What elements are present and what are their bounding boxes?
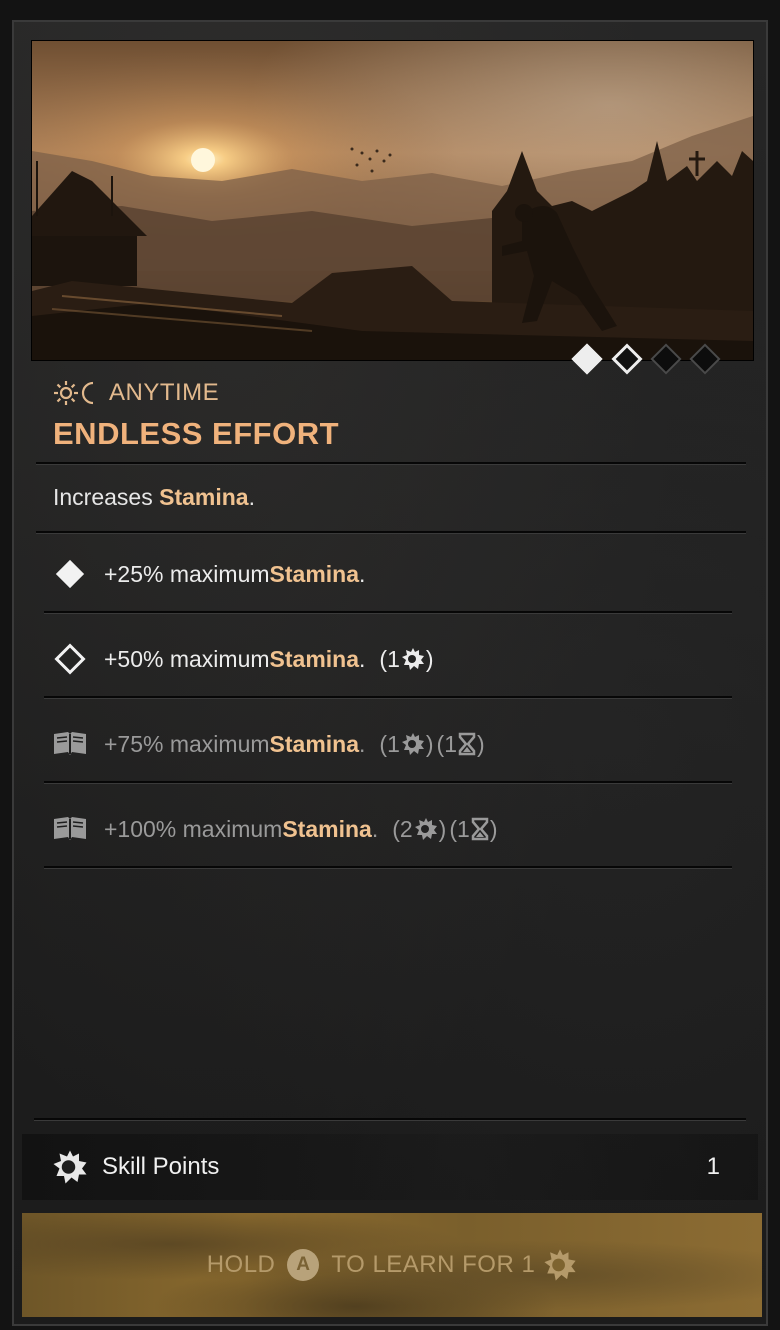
rank-suffix: .: [359, 730, 366, 757]
time-cost-value: 1: [457, 815, 470, 842]
skill-point-icon: [414, 818, 437, 840]
rank-suffix: .: [359, 645, 366, 672]
divider: [34, 1118, 746, 1121]
time-cost-value: 1: [444, 730, 458, 757]
time-of-day-label: ANYTIME: [109, 379, 220, 406]
skill-points-row: Skill Points 1: [22, 1134, 758, 1200]
time-cost: (1): [449, 815, 498, 842]
divider: [44, 866, 732, 869]
rank-row-3[interactable]: +75% maximum Stamina. (1) (1): [50, 724, 485, 764]
rank-row-2[interactable]: +50% maximum Stamina. (1): [50, 639, 434, 679]
time-cost: (1): [436, 730, 485, 757]
rank-cost: (2) (1): [392, 816, 497, 843]
skill-artwork: [31, 40, 754, 361]
time-of-day: ANYTIME: [53, 378, 219, 408]
skill-point-icon: [53, 1150, 87, 1184]
skill-points-value: 1: [706, 1153, 720, 1180]
rank-stat: Stamina: [269, 560, 360, 587]
divider: [36, 462, 746, 465]
learn-label: TO LEARN FOR 1: [331, 1251, 536, 1278]
learn-skill-button[interactable]: HOLD A TO LEARN FOR 1: [22, 1213, 762, 1317]
skill-point-icon: [544, 1249, 576, 1281]
rank-text: +25% maximum: [104, 560, 270, 587]
hourglass-icon: [471, 817, 489, 841]
skill-point-icon: [401, 648, 424, 670]
outline-diamond-icon: [50, 639, 90, 679]
skill-point-cost: (1): [379, 730, 434, 757]
skill-point-cost-value: 2: [399, 815, 413, 842]
a-button-icon: A: [287, 1249, 320, 1281]
rank-cost: (1): [379, 646, 433, 673]
divider: [44, 781, 732, 784]
description-stat: Stamina: [159, 484, 249, 510]
sun-moon-icon: [54, 381, 94, 405]
skill-point-cost-value: 1: [387, 730, 400, 757]
skill-points-label: Skill Points: [102, 1153, 220, 1180]
rank-row-4[interactable]: +100% maximum Stamina. (2) (1): [50, 809, 497, 849]
description-text: Increases: [53, 484, 160, 510]
hourglass-icon: [458, 732, 476, 756]
rank-cost: (1) (1): [379, 731, 484, 758]
rank-text: +100% maximum: [104, 815, 283, 842]
rank-suffix: .: [371, 815, 379, 842]
skill-point-icon: [401, 733, 424, 755]
rank-stat: Stamina: [269, 730, 360, 757]
filled-diamond-icon: [50, 554, 90, 594]
divider: [44, 696, 732, 699]
rank-text: +75% maximum: [104, 730, 270, 757]
skill-title: ENDLESS EFFORT: [53, 416, 340, 451]
rank-suffix: .: [359, 560, 366, 587]
skill-point-cost-value: 1: [387, 645, 400, 672]
rank-row-1: +25% maximum Stamina.: [50, 554, 365, 594]
skill-point-cost: (1): [379, 645, 434, 672]
rank-stat: Stamina: [269, 645, 360, 672]
description-suffix: .: [248, 484, 255, 510]
skill-point-cost: (2): [392, 815, 447, 842]
rank-text: +50% maximum: [104, 645, 270, 672]
book-icon: [50, 809, 90, 849]
skill-description: Increases Stamina.: [53, 484, 255, 511]
divider: [44, 611, 732, 614]
rank-stat: Stamina: [282, 815, 372, 842]
divider: [36, 531, 746, 534]
book-icon: [50, 724, 90, 764]
hold-label: HOLD: [206, 1251, 276, 1278]
